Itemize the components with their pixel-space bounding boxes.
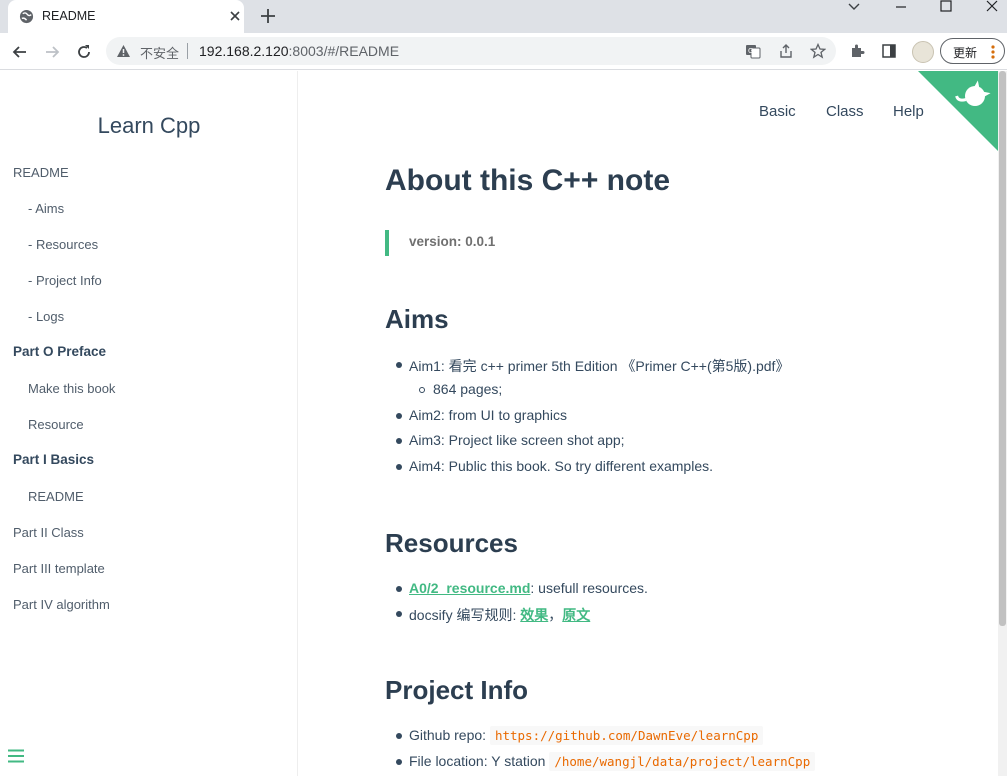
bookmark-star-icon[interactable] bbox=[810, 43, 826, 59]
list-item-repo: Github repo: https://github.com/DawnEve/… bbox=[409, 726, 764, 745]
list-bullet bbox=[396, 413, 402, 419]
divider bbox=[187, 43, 188, 59]
main-content: Basic Class Help About this C++ note ver… bbox=[299, 71, 998, 776]
maximize-icon[interactable] bbox=[939, 0, 953, 14]
resource-md-link[interactable]: A0/2_resource.md bbox=[409, 580, 530, 596]
address-bar[interactable]: 不安全 192.168.2.120:8003/#/README G bbox=[106, 37, 836, 65]
close-window-icon[interactable] bbox=[985, 0, 999, 14]
heading-aims: Aims bbox=[385, 304, 449, 334]
page-title: About this C++ note bbox=[385, 164, 670, 197]
file-path-code: /home/wangjl/data/project/learnCpp bbox=[549, 752, 816, 771]
sidebar: Learn Cpp README - Aims - Resources - Pr… bbox=[0, 71, 298, 776]
close-tab-icon[interactable] bbox=[227, 8, 243, 24]
nav-link-basic[interactable]: Basic bbox=[759, 103, 796, 120]
sidebar-item-part-i-basics[interactable]: Part I Basics bbox=[13, 452, 94, 467]
heading-resources: Resources bbox=[385, 528, 518, 558]
sidebar-item-resource[interactable]: Resource bbox=[28, 417, 84, 432]
sidebar-item-part-iv-algorithm[interactable]: Part IV algorithm bbox=[13, 597, 110, 612]
list-bullet bbox=[396, 611, 402, 617]
forward-icon[interactable] bbox=[42, 42, 62, 62]
warning-icon[interactable] bbox=[116, 44, 131, 58]
list-bullet bbox=[396, 438, 402, 444]
page-scrollbar[interactable] bbox=[998, 71, 1007, 776]
github-corner-icon[interactable] bbox=[918, 71, 998, 151]
repo-url-code: https://github.com/DawnEve/learnCpp bbox=[489, 726, 764, 745]
update-button[interactable]: 更新 bbox=[940, 38, 1005, 64]
list-bullet bbox=[396, 586, 402, 592]
sidebar-item-aims[interactable]: - Aims bbox=[28, 201, 64, 216]
list-item-file-location: File location: Y station /home/wangjl/da… bbox=[409, 752, 816, 771]
list-item-resource-md: A0/2_resource.md: usefull resources. bbox=[409, 580, 648, 596]
list-bullet bbox=[396, 733, 402, 739]
profile-avatar[interactable] bbox=[912, 41, 934, 63]
version-text: version: 0.0.1 bbox=[409, 234, 496, 249]
side-panel-icon[interactable] bbox=[881, 43, 897, 59]
list-bullet bbox=[396, 464, 402, 470]
translate-icon[interactable]: G bbox=[745, 43, 761, 59]
sidebar-item-readme[interactable]: README bbox=[13, 165, 69, 180]
svg-text:G: G bbox=[748, 47, 753, 55]
version-blockquote: version: 0.0.1 bbox=[385, 230, 495, 256]
extensions-puzzle-icon[interactable] bbox=[849, 43, 865, 59]
effect-link[interactable]: 效果 bbox=[520, 607, 548, 623]
heading-project-info: Project Info bbox=[385, 675, 529, 705]
back-icon[interactable] bbox=[10, 42, 30, 62]
sidebar-item-part-o-preface[interactable]: Part O Preface bbox=[13, 344, 106, 359]
scrollbar-thumb[interactable] bbox=[999, 71, 1006, 626]
app-name[interactable]: Learn Cpp bbox=[0, 113, 298, 139]
tab-strip: README bbox=[0, 0, 1007, 33]
list-item-docsify: docsify 编写规则: 效果，原文 bbox=[409, 607, 591, 623]
list-item-aim4: Aim4: Public this book. So try different… bbox=[409, 458, 713, 474]
insecure-label[interactable]: 不安全 bbox=[140, 43, 179, 62]
original-link[interactable]: 原文 bbox=[562, 607, 590, 623]
list-bullet bbox=[419, 387, 425, 393]
url-text[interactable]: 192.168.2.120:8003/#/README bbox=[199, 43, 399, 59]
list-item-aim2: Aim2: from UI to graphics bbox=[409, 407, 567, 423]
tab-title: README bbox=[42, 9, 96, 23]
more-menu-icon[interactable] bbox=[988, 43, 998, 61]
tab-search-chevron-icon[interactable] bbox=[847, 0, 861, 14]
globe-icon bbox=[19, 9, 34, 24]
sidebar-item-project-info[interactable]: - Project Info bbox=[28, 273, 102, 288]
list-item-aim1: Aim1: 看完 c++ primer 5th Edition 《Primer … bbox=[409, 358, 790, 374]
sidebar-item-basics-readme[interactable]: README bbox=[28, 489, 84, 504]
hamburger-menu-icon[interactable] bbox=[7, 749, 25, 763]
sidebar-item-resources[interactable]: - Resources bbox=[28, 237, 98, 252]
list-bullet bbox=[396, 362, 402, 368]
sidebar-item-part-iii-template[interactable]: Part III template bbox=[13, 561, 105, 576]
tab-readme[interactable]: README bbox=[8, 0, 244, 33]
minimize-icon[interactable] bbox=[894, 0, 908, 14]
list-bullet bbox=[396, 759, 402, 765]
share-icon[interactable] bbox=[778, 43, 794, 59]
nav-link-class[interactable]: Class bbox=[826, 103, 864, 120]
list-item-aim3: Aim3: Project like screen shot app; bbox=[409, 432, 625, 448]
new-tab-icon[interactable] bbox=[259, 7, 277, 25]
sidebar-item-logs[interactable]: - Logs bbox=[28, 309, 64, 324]
sidebar-item-make-this-book[interactable]: Make this book bbox=[28, 381, 115, 396]
browser-toolbar: 不安全 192.168.2.120:8003/#/README G 更新 bbox=[0, 33, 1007, 70]
reload-icon[interactable] bbox=[74, 42, 94, 62]
list-item-pages: 864 pages; bbox=[433, 381, 503, 397]
sidebar-item-part-ii-class[interactable]: Part II Class bbox=[13, 525, 84, 540]
